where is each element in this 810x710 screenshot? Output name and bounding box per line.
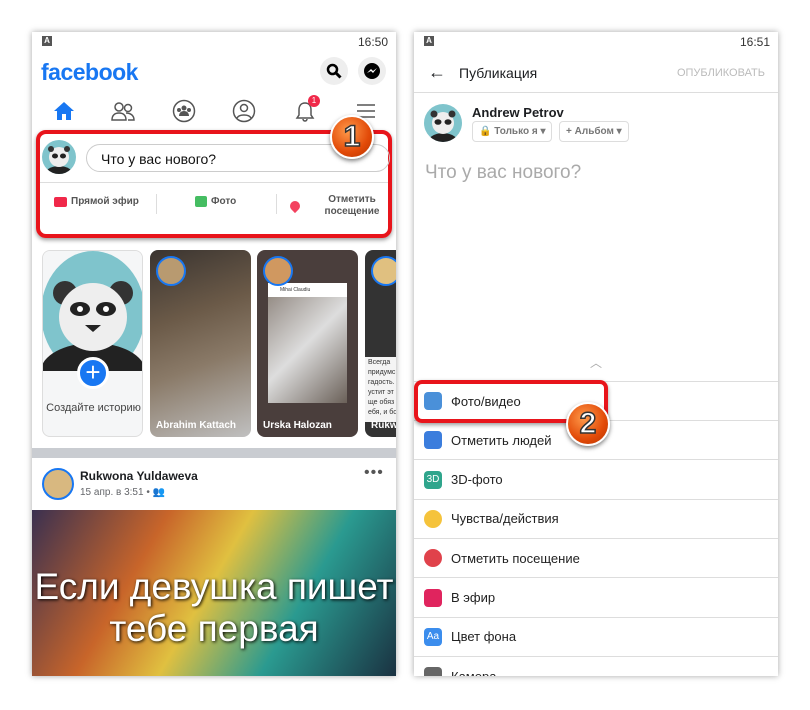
messenger-icon <box>364 63 380 79</box>
feeling-icon <box>424 509 442 528</box>
option-3d-photo[interactable]: 3D 3D-фото <box>414 461 778 500</box>
option-label: Цвет фона <box>451 629 517 645</box>
option-label: Отметить посещение <box>451 550 580 566</box>
status-time: 16:50 <box>357 35 388 49</box>
photo-label: Фото <box>211 196 237 207</box>
tag-people-icon <box>424 431 442 450</box>
location-icon <box>424 549 442 568</box>
facebook-feed-screen: A 16:50 facebook 1 Что у вас нового? Пря… <box>32 32 396 676</box>
step-badge-2: 2 <box>566 402 610 446</box>
story-card[interactable]: Abrahim Kattach <box>150 250 251 437</box>
groups-icon <box>172 99 196 123</box>
create-post-screen: A 16:51 ← Публикация ОПУБЛИКОВАТЬ Andrew… <box>414 32 778 676</box>
option-camera[interactable]: Камера <box>414 657 778 676</box>
panda-avatar-icon <box>427 110 459 142</box>
story-avatar <box>371 256 396 286</box>
user-avatar <box>42 140 76 174</box>
story-author: Abrahim Kattach <box>156 420 237 431</box>
option-label: В эфир <box>451 590 496 605</box>
live-icon <box>54 196 67 207</box>
story-card[interactable]: Mihai Claudiu Urska Halozan <box>257 250 358 437</box>
nav-notifications[interactable]: 1 <box>292 95 320 124</box>
option-label: Чувства/действия <box>451 511 559 527</box>
story-author: Rukw <box>371 420 396 431</box>
panda-avatar-icon <box>44 146 74 174</box>
search-icon <box>326 63 342 79</box>
post-text-input[interactable]: Что у вас нового? <box>425 162 581 184</box>
user-avatar <box>424 104 462 142</box>
add-story-button[interactable]: + <box>77 357 109 389</box>
story-avatar <box>263 256 293 286</box>
option-label: Отметить людей <box>451 432 552 448</box>
nav-groups[interactable] <box>171 98 197 124</box>
live-button[interactable]: Прямой эфир <box>54 196 139 207</box>
story-card[interactable]: Всегда придумс гадость. устит эт ще обяз… <box>365 250 396 437</box>
profile-icon <box>232 99 256 123</box>
post-more-icon[interactable]: ••• <box>364 464 384 482</box>
nav-profile[interactable] <box>231 98 257 124</box>
post-image[interactable]: Если девушка пишет тебе первая <box>32 510 396 676</box>
divider <box>414 92 778 93</box>
story-author: Urska Halozan <box>263 420 332 431</box>
option-location[interactable]: Отметить посещение <box>414 539 778 579</box>
user-name: Andrew Petrov <box>472 105 564 120</box>
create-story-label: Создайте историю <box>46 402 141 414</box>
story-text: Всегда придумс гадость. устит эт ще обяз… <box>365 357 396 422</box>
story-avatar <box>156 256 186 286</box>
background-color-icon: Aa <box>424 627 442 646</box>
divider <box>40 182 388 183</box>
option-background-color[interactable]: Aa Цвет фона <box>414 618 778 657</box>
camera-icon <box>424 667 442 676</box>
publish-button[interactable]: ОПУБЛИКОВАТЬ <box>677 67 765 79</box>
status-time: 16:51 <box>739 35 770 49</box>
caret-down-icon: ▾ <box>616 126 622 137</box>
nav-friends[interactable] <box>110 98 136 124</box>
lock-icon: 🔒 <box>479 126 492 137</box>
messenger-button[interactable] <box>358 57 386 85</box>
photo-icon <box>195 196 207 207</box>
check-in-label: Отметить посещение <box>324 194 380 217</box>
step-badge-1: 1 <box>330 115 374 159</box>
post-image-text: Если девушка пишет тебе первая <box>34 566 394 649</box>
home-icon <box>54 102 74 120</box>
live-icon <box>424 588 442 607</box>
notification-count: 1 <box>308 95 320 107</box>
caret-down-icon: ▾ <box>540 126 546 137</box>
privacy-dropdown[interactable]: 🔒 Только я ▾ <box>472 121 553 142</box>
option-label: Камера <box>451 669 496 676</box>
option-label: 3D-фото <box>451 472 503 488</box>
post-author-avatar[interactable] <box>42 468 74 500</box>
location-icon <box>287 198 303 214</box>
chevron-up-icon[interactable]: ︿ <box>590 354 602 371</box>
privacy-label: Только я <box>494 126 538 137</box>
option-feeling[interactable]: Чувства/действия <box>414 500 778 539</box>
friends-audience-icon: 👥 <box>152 487 166 498</box>
post-date-text: 15 апр. в 3:51 • <box>80 487 150 498</box>
divider <box>276 194 277 214</box>
divider <box>156 194 157 214</box>
option-live[interactable]: В эфир <box>414 579 778 618</box>
photo-button[interactable]: Фото <box>195 196 236 207</box>
post-date: 15 апр. в 3:51 • 👥 <box>80 487 165 498</box>
post-author[interactable]: Rukwona Yuldaweva <box>80 469 198 483</box>
friends-icon <box>111 102 135 121</box>
nav-home[interactable] <box>51 98 77 124</box>
feed-separator <box>32 448 396 458</box>
3d-photo-icon: 3D <box>424 470 442 489</box>
album-dropdown[interactable]: + Альбом ▾ <box>559 121 629 142</box>
album-label: + Альбом <box>566 126 614 137</box>
status-indicator: A <box>424 36 434 46</box>
create-story-card[interactable]: + Создайте историю <box>42 250 143 437</box>
search-button[interactable] <box>320 57 348 85</box>
check-in-button[interactable]: Отметить посещение <box>287 194 382 218</box>
live-label: Прямой эфир <box>71 196 139 207</box>
facebook-logo: facebook <box>41 59 138 85</box>
panda-avatar-icon <box>43 251 142 371</box>
back-arrow-icon[interactable]: ← <box>428 62 446 83</box>
page-title: Публикация <box>459 65 538 81</box>
status-indicator: A <box>42 36 52 46</box>
